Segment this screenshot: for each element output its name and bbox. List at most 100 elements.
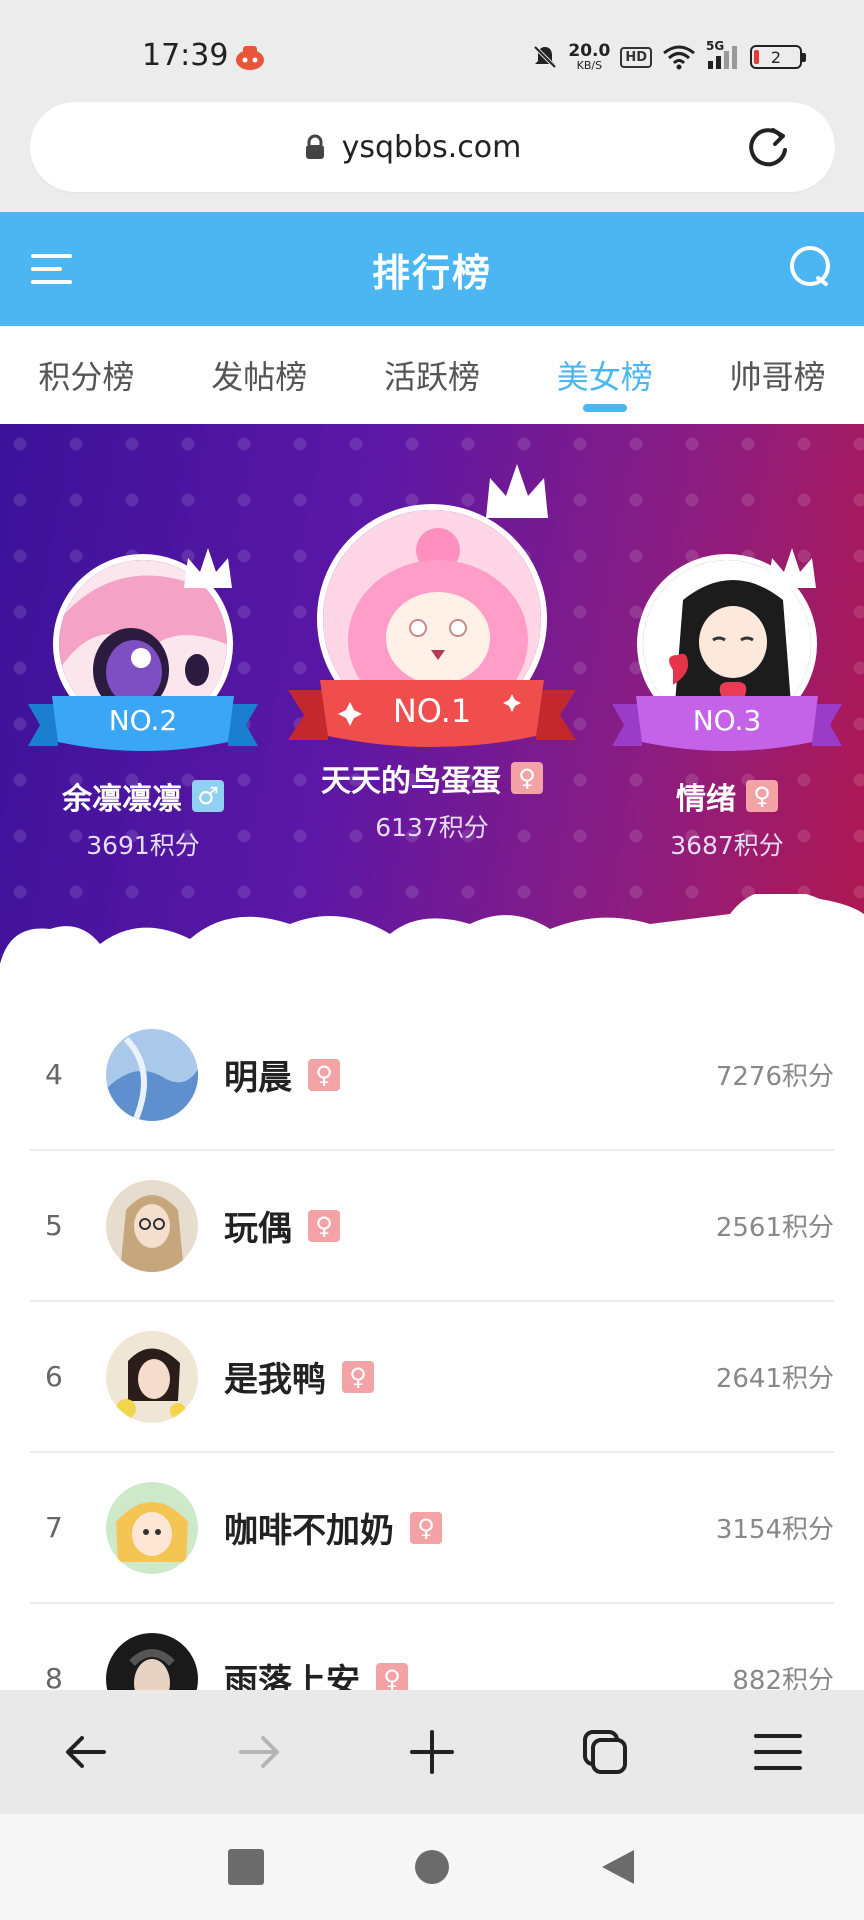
ranking-tabs: 积分榜 发帖榜 活跃榜 美女榜 帅哥榜 [0, 326, 864, 424]
user-name: 玩偶 ♀ [224, 1201, 340, 1250]
list-item[interactable]: 7 咖啡不加奶 ♀ 3154积分 [30, 1453, 834, 1604]
tabs-icon [582, 1730, 627, 1774]
list-item[interactable]: 4 明晨 ♀ 7276积分 [30, 1000, 834, 1151]
female-icon: ♀ [342, 1360, 374, 1393]
hd-badge: HD [620, 46, 652, 68]
podium-first[interactable]: NO.1 天天的鸟蛋蛋 ♀ 6137积分 [288, 464, 576, 844]
user-name-text: 明晨 [224, 1058, 292, 1098]
winner-points-second: 3691积分 [86, 831, 200, 860]
avatar [106, 1330, 198, 1423]
battery-icon: 2 [750, 45, 806, 69]
home-circle-icon[interactable] [414, 1849, 450, 1885]
female-icon: ♀ [410, 1511, 442, 1544]
app-header: 排行榜 [0, 212, 864, 326]
address-bar[interactable]: ysqbbs.com [30, 102, 835, 192]
user-points: 2641积分 [715, 1364, 834, 1394]
podium: NO.2 余凛凛凛 ♂ 3691积分 NO.1 天天的鸟蛋蛋 ♀ 6137积分 … [0, 424, 864, 1000]
battery-level: 2 [770, 47, 782, 67]
winner-name-second: 余凛凛凛 ♂ [28, 774, 258, 818]
avatar [106, 1028, 198, 1121]
podium-third[interactable]: NO.3 情绪 ♀ 3687积分 [612, 548, 842, 862]
rank-badge-third: NO.3 [692, 704, 762, 737]
user-name: 明晨 ♀ [224, 1050, 340, 1099]
status-bar: 17:39 20.0 KB/S HD 5G 2 [0, 0, 864, 100]
new-tab-button[interactable] [402, 1722, 462, 1782]
arrow-right-icon [239, 1736, 280, 1768]
hamburger-icon [753, 1734, 802, 1770]
crown-icon [768, 548, 816, 588]
rank-badge-first: NO.1 [392, 692, 472, 730]
lock-icon [305, 134, 324, 159]
reload-icon[interactable] [743, 122, 793, 172]
female-icon: ♀ [511, 762, 543, 794]
net-speed: 20.0 KB/S [568, 41, 611, 72]
podium-second[interactable]: NO.2 余凛凛凛 ♂ 3691积分 [28, 548, 258, 862]
user-name: 咖啡不加奶 ♀ [224, 1503, 442, 1552]
recents-square-icon[interactable] [228, 1849, 264, 1885]
tabs-button[interactable] [575, 1722, 635, 1782]
search-icon[interactable] [788, 244, 834, 290]
female-icon: ♀ [308, 1058, 340, 1091]
arrow-left-icon [66, 1736, 107, 1768]
page-title: 排行榜 [371, 250, 492, 295]
user-points: 882积分 [732, 1666, 834, 1690]
net-speed-value: 20.0 [568, 41, 611, 61]
winner-name-first-text: 天天的鸟蛋蛋 [321, 764, 501, 799]
back-triangle-icon[interactable] [600, 1848, 636, 1886]
tab-posts[interactable]: 发帖榜 [203, 326, 315, 424]
winner-points-third: 3687积分 [670, 831, 784, 860]
female-icon: ♀ [308, 1209, 340, 1242]
crown-icon [184, 548, 232, 588]
forward-button[interactable] [229, 1722, 289, 1782]
rank-number: 8 [45, 1662, 63, 1690]
user-name-text: 是我鸭 [224, 1360, 326, 1400]
menu-icon[interactable] [30, 250, 74, 288]
url-text[interactable]: ysqbbs.com [342, 130, 522, 165]
status-indicators: 20.0 KB/S HD 5G 2 [532, 39, 806, 74]
rank-number: 5 [45, 1209, 63, 1242]
winner-name-third-text: 情绪 [676, 782, 736, 817]
list-item[interactable]: 5 玩偶 ♀ 2561积分 [30, 1151, 834, 1302]
user-name-text: 玩偶 [224, 1209, 292, 1249]
avatar [106, 1632, 198, 1690]
rank-number: 6 [45, 1360, 63, 1393]
net-speed-unit: KB/S [576, 59, 603, 72]
user-name-text: 雨落上安 [224, 1662, 360, 1690]
tab-active[interactable]: 活跃榜 [376, 326, 488, 424]
user-name: 是我鸭 ♀ [224, 1352, 374, 1401]
winner-name-third: 情绪 ♀ [612, 774, 842, 818]
tab-handsome[interactable]: 帅哥榜 [722, 326, 834, 424]
browser-toolbar [0, 1690, 864, 1814]
tab-points[interactable]: 积分榜 [30, 326, 142, 424]
list-item[interactable]: 6 是我鸭 ♀ 2641积分 [30, 1302, 834, 1453]
wifi-icon [663, 45, 695, 70]
female-icon: ♀ [376, 1662, 408, 1690]
male-icon: ♂ [192, 780, 224, 812]
avatar [106, 1481, 198, 1574]
rank-number: 4 [45, 1058, 63, 1091]
user-points: 3154积分 [715, 1515, 834, 1545]
back-button[interactable] [56, 1722, 116, 1782]
cloud-divider [0, 894, 864, 1000]
crown-icon [486, 464, 548, 518]
plus-icon [409, 1730, 454, 1774]
mute-bell-icon [533, 45, 557, 69]
user-points: 2561积分 [715, 1213, 834, 1243]
rank-number: 7 [45, 1511, 63, 1544]
list-item[interactable]: 8 雨落上安 ♀ 882积分 [30, 1604, 834, 1690]
rank-list: 4 明晨 ♀ 7276积分 5 玩偶 ♀ 2561积分 6 是我鸭 ♀ 2641… [0, 1000, 864, 1690]
browser-menu-button[interactable] [748, 1722, 808, 1782]
rank-badge-second: NO.2 [108, 704, 178, 737]
avatar [106, 1179, 198, 1272]
cellular-signal-icon: 5G [706, 39, 740, 71]
system-nav-bar [0, 1814, 864, 1920]
winner-name-second-text: 余凛凛凛 [62, 782, 182, 817]
tab-beauty[interactable]: 美女榜 [549, 326, 661, 424]
status-time: 17:39 [142, 38, 229, 73]
user-name-text: 咖啡不加奶 [224, 1511, 394, 1551]
winner-points-first: 6137积分 [375, 813, 489, 842]
winner-name-first: 天天的鸟蛋蛋 ♀ [292, 756, 572, 800]
user-name: 雨落上安 ♀ [224, 1654, 408, 1690]
female-icon: ♀ [746, 780, 778, 812]
app-notification-icon [236, 46, 264, 70]
